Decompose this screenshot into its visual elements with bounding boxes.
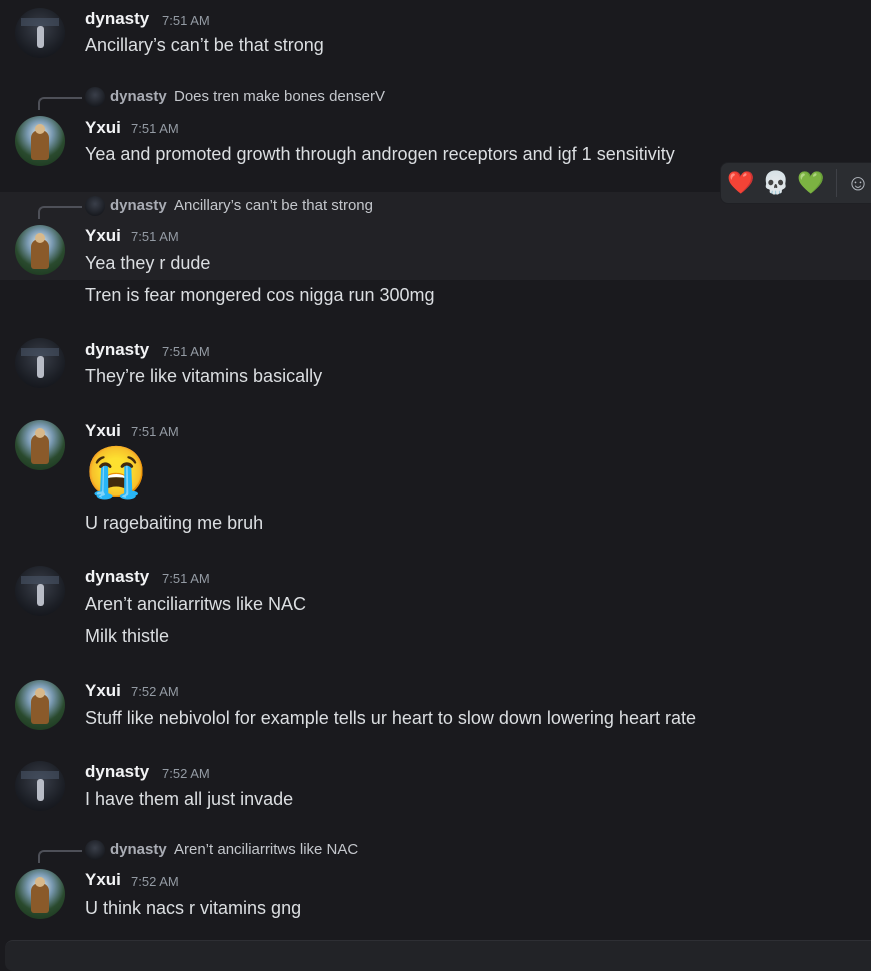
message: dynasty 7:51 AM They’re like vitamins ba…: [0, 330, 871, 400]
message-text: They’re like vitamins basically: [85, 366, 323, 386]
avatar[interactable]: [15, 680, 65, 730]
add-reaction-icon[interactable]: ☺: [844, 169, 871, 197]
author-name[interactable]: Yxui: [85, 226, 121, 246]
message-hovered: dynasty Ancillary’s can’t be that strong…: [0, 192, 871, 280]
reply-avatar: [85, 87, 105, 107]
message: dynasty Aren’t anciliarritws like NAC Yx…: [0, 832, 871, 932]
reply-avatar: [85, 196, 105, 216]
author-name[interactable]: Yxui: [85, 681, 121, 701]
message: dynasty 7:51 AM Aren’t anciliarritws lik…: [0, 557, 871, 657]
avatar[interactable]: [15, 225, 65, 275]
message-text: I have them all just invade: [85, 789, 294, 809]
avatar[interactable]: [15, 566, 65, 616]
timestamp: 7:51 AM: [162, 344, 210, 359]
reply-author[interactable]: dynasty: [110, 197, 167, 214]
author-name[interactable]: Yxui: [85, 421, 121, 441]
author-name[interactable]: Yxui: [85, 870, 121, 890]
reply-preview[interactable]: Ancillary’s can’t be that strong: [174, 197, 373, 214]
reply-preview[interactable]: Aren’t anciliarritws like NAC: [174, 841, 358, 858]
avatar[interactable]: [15, 338, 65, 388]
reply-preview[interactable]: Does tren make bones denserV: [174, 88, 385, 105]
reply-connector: [38, 97, 82, 110]
timestamp: 7:52 AM: [162, 766, 210, 781]
avatar[interactable]: [15, 869, 65, 919]
toolbar-divider: [836, 169, 837, 197]
avatar[interactable]: [15, 116, 65, 166]
author-name[interactable]: dynasty: [85, 9, 149, 29]
message-text: Aren’t anciliarritws like NAC: [85, 594, 307, 614]
timestamp: 7:52 AM: [131, 874, 179, 889]
message: Yxui 7:52 AM Stuff like nebivolol for ex…: [0, 672, 871, 742]
message-text: Tren is fear mongered cos nigga run 300m…: [85, 285, 435, 305]
author-name[interactable]: dynasty: [85, 762, 149, 782]
message-text: Ancillary’s can’t be that strong: [85, 35, 324, 55]
heart-reaction-button[interactable]: ❤️: [727, 169, 755, 197]
avatar[interactable]: [15, 420, 65, 470]
message-text: Yea they r dude: [85, 253, 211, 273]
message: dynasty 7:52 AM I have them all just inv…: [0, 752, 871, 822]
message: Yxui 7:51 AM 😭 U ragebaiting me bruh: [0, 410, 871, 540]
timestamp: 7:51 AM: [162, 13, 210, 28]
message-text: Stuff like nebivolol for example tells u…: [85, 708, 696, 728]
message-text: U think nacs r vitamins gng: [85, 898, 302, 918]
timestamp: 7:51 AM: [131, 424, 179, 439]
message-actions-toolbar: ❤️ 💀 💚 ☺: [720, 162, 871, 204]
skull-reaction-button[interactable]: 💀: [762, 169, 790, 197]
green-heart-reaction-button[interactable]: 💚: [797, 169, 825, 197]
reply-avatar: [85, 840, 105, 860]
timestamp: 7:51 AM: [162, 571, 210, 586]
message: dynasty 7:51 AM Ancillary’s can’t be tha…: [0, 0, 871, 70]
message-text: Yea and promoted growth through androgen…: [85, 144, 675, 164]
reply-author[interactable]: dynasty: [110, 88, 167, 105]
message-text: U ragebaiting me bruh: [85, 513, 264, 533]
avatar[interactable]: [15, 761, 65, 811]
avatar[interactable]: [15, 8, 65, 58]
reply-author[interactable]: dynasty: [110, 841, 167, 858]
reply-connector: [38, 206, 82, 219]
reply-connector: [38, 850, 82, 863]
loudly-crying-face-emoji[interactable]: 😭: [85, 442, 147, 502]
author-name[interactable]: dynasty: [85, 340, 149, 360]
message-input-bar[interactable]: [5, 940, 871, 971]
timestamp: 7:52 AM: [131, 684, 179, 699]
timestamp: 7:51 AM: [131, 229, 179, 244]
author-name[interactable]: dynasty: [85, 567, 149, 587]
message-text: Milk thistle: [85, 626, 170, 646]
author-name[interactable]: Yxui: [85, 118, 121, 138]
timestamp: 7:51 AM: [131, 121, 179, 136]
